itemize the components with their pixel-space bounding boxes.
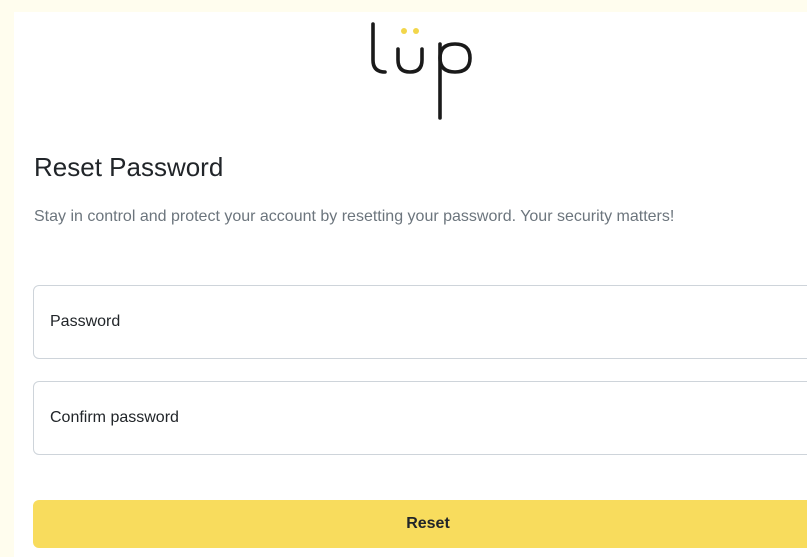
page-description: Stay in control and protect your account… <box>34 208 675 225</box>
page-margin-top <box>0 0 807 12</box>
reset-button[interactable]: Reset <box>33 500 807 548</box>
lup-logo-icon <box>362 16 482 128</box>
password-input[interactable] <box>33 285 807 359</box>
page-margin-left <box>0 0 14 557</box>
confirm-password-input[interactable] <box>33 381 807 455</box>
page-title: Reset Password <box>34 152 224 182</box>
